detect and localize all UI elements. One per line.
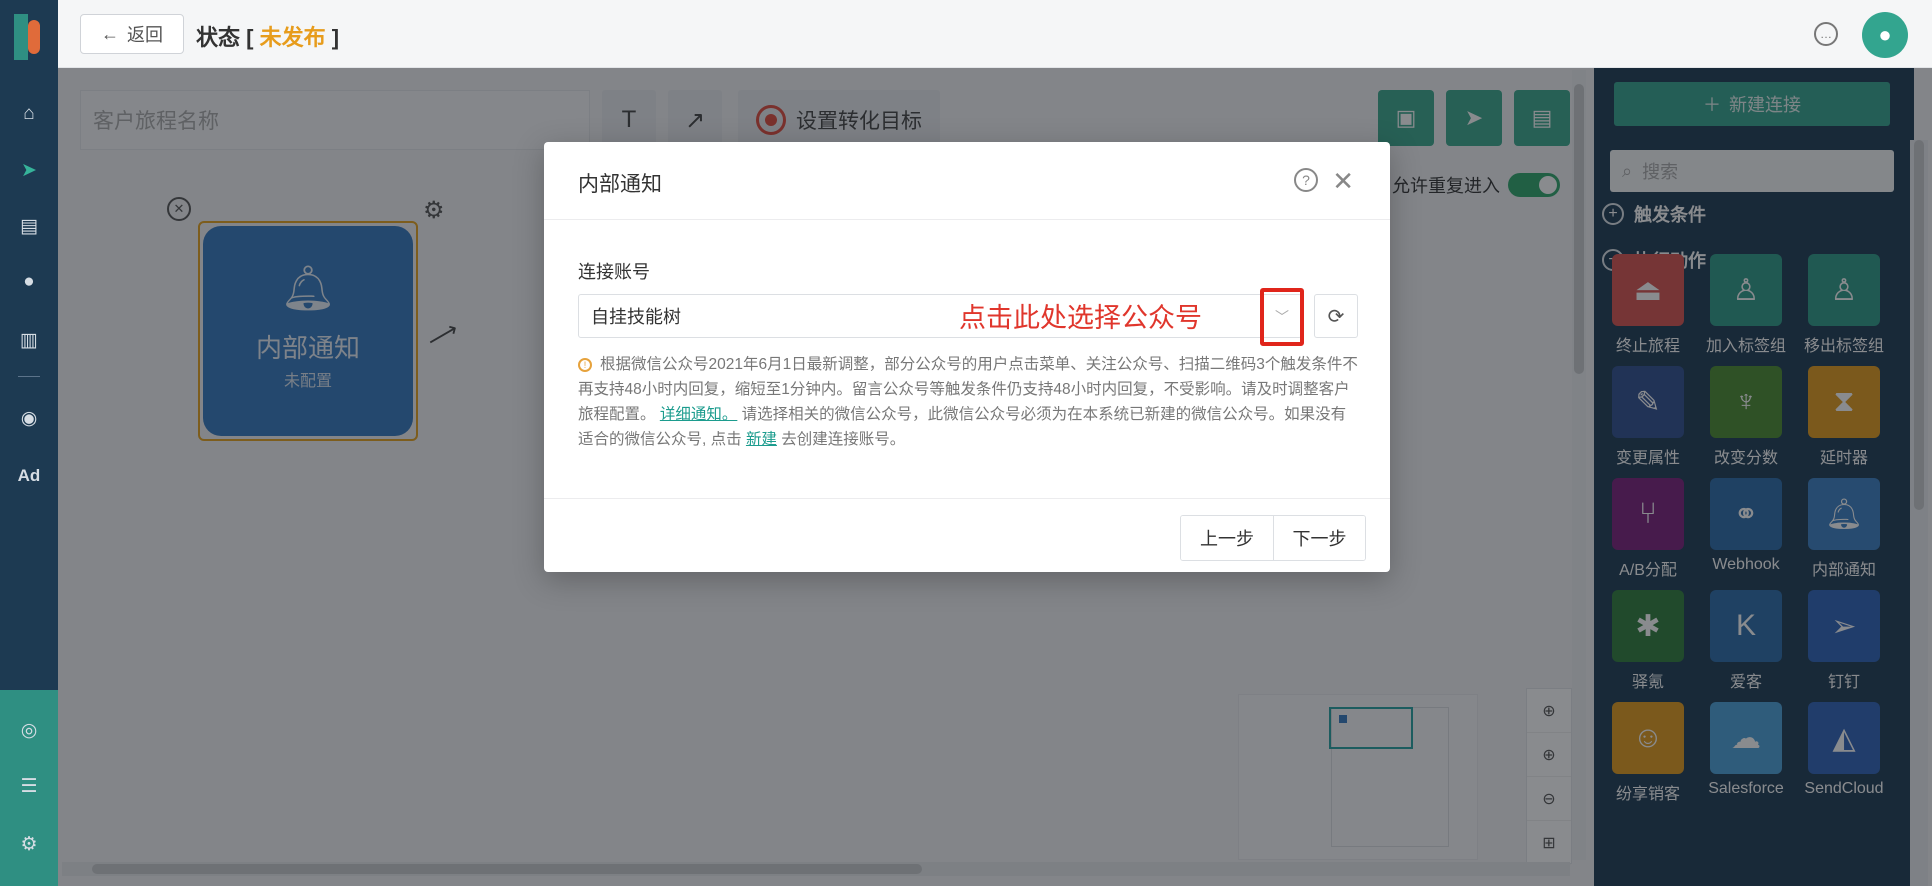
stats-icon[interactable]: ▥	[0, 320, 58, 360]
chevron-down-icon: ﹀	[1275, 309, 1289, 325]
annotation-text: 点击此处选择公众号	[959, 303, 1202, 333]
avatar[interactable]: ●	[1862, 12, 1908, 58]
ad-icon[interactable]: Ad	[0, 456, 58, 496]
account-select-value: 自挂技能树	[591, 307, 681, 327]
journey-icon[interactable]: ➤	[0, 150, 58, 190]
select-dropdown-toggle[interactable]: ﹀	[1260, 288, 1304, 346]
top-bar: ← 返回 状态 [ 未发布 ] … ●	[58, 0, 1932, 68]
home-icon[interactable]: ⌂	[0, 94, 58, 134]
logo-icon	[14, 14, 40, 60]
create-new-link[interactable]: 新建	[746, 431, 777, 448]
refresh-button[interactable]: ⟳	[1314, 294, 1358, 338]
list-icon[interactable]: ☰	[0, 766, 58, 806]
rail-divider	[18, 376, 40, 377]
next-step-button[interactable]: 下一步	[1273, 516, 1365, 560]
dialog-footer: 上一步 下一步	[544, 498, 1390, 572]
user-icon: ●	[1878, 22, 1892, 47]
refresh-icon: ⟳	[1327, 305, 1345, 328]
help-icon[interactable]: ?	[1294, 168, 1318, 192]
warning-icon: !	[578, 358, 592, 372]
layout-icon[interactable]: ▤	[0, 206, 58, 246]
wechat-notice: ! 根据微信公众号2021年6月1日最新调整，部分公众号的用户点击菜单、关注公众号…	[578, 356, 1358, 448]
internal-notice-dialog: 内部通知 ? ✕ 连接账号 自挂技能树 点击此处选择公众号 ﹀ ⟳ ! 根据微信公…	[544, 142, 1390, 572]
left-rail: ⌂ ➤ ▤ ● ▥ ◉ Ad ◎ ☰ ⚙	[0, 0, 58, 886]
status-value: 未发布	[259, 25, 326, 50]
journey-status: 状态 [ 未发布 ]	[196, 25, 340, 50]
wechat-icon[interactable]: ◉	[0, 398, 58, 438]
step-buttons: 上一步 下一步	[1180, 515, 1366, 561]
user-icon[interactable]: ●	[0, 262, 58, 302]
close-icon[interactable]: ✕	[1332, 166, 1354, 197]
dialog-title: 内部通知	[578, 173, 662, 196]
account-field-label: 连接账号	[578, 262, 650, 282]
chat-icon[interactable]: …	[1814, 22, 1838, 46]
prev-step-button[interactable]: 上一步	[1181, 516, 1273, 560]
dialog-header: 内部通知 ? ✕	[544, 142, 1390, 220]
support-icon[interactable]: ◎	[0, 710, 58, 750]
back-label: 返回	[127, 25, 163, 45]
gear-icon[interactable]: ⚙	[0, 824, 58, 864]
detail-notice-link[interactable]: 详细通知。	[660, 406, 738, 423]
back-button[interactable]: ← 返回	[80, 14, 184, 54]
arrow-left-icon: ←	[101, 23, 119, 44]
